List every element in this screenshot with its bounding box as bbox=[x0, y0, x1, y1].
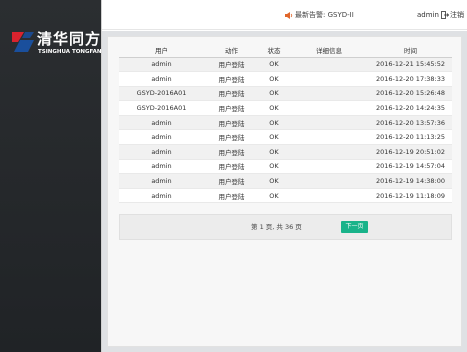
table-row[interactable]: GSYD-2016A01 用户登陆 OK 2016-12-20 15:26:48 bbox=[119, 86, 452, 102]
table-row[interactable]: admin 用户登陆 OK 2016-12-21 15:45:52 bbox=[119, 57, 452, 73]
cell-action: 用户登陆 bbox=[204, 100, 259, 116]
next-page-button[interactable]: 下一页 bbox=[341, 221, 368, 233]
table-row[interactable]: admin 用户登陆 OK 2016-12-19 20:51:02 bbox=[119, 144, 452, 160]
table-row[interactable]: admin 用户登陆 OK 2016-12-19 14:38:00 bbox=[119, 173, 452, 189]
cell-user: admin bbox=[119, 57, 204, 73]
cell-user: admin bbox=[119, 159, 204, 175]
page-info: 第 1 页, 共 36 页 bbox=[251, 223, 302, 231]
cell-action: 用户登陆 bbox=[204, 173, 259, 189]
cell-detail bbox=[289, 173, 369, 189]
column-header-user: 用户 bbox=[119, 44, 204, 58]
cell-status: OK bbox=[259, 159, 289, 175]
cell-time: 2016-12-20 17:38:33 bbox=[369, 71, 452, 87]
cell-detail bbox=[289, 86, 369, 102]
cell-time: 2016-12-20 13:57:36 bbox=[369, 115, 452, 131]
sidebar: 清华同方 TSINGHUA TONGFANG bbox=[0, 0, 106, 352]
speaker-icon bbox=[285, 11, 293, 19]
brand-name-cn: 清华同方 bbox=[37, 30, 102, 48]
cell-time: 2016-12-19 14:38:00 bbox=[369, 173, 452, 189]
top-header: 最新告警: GSYD-II admin 注销 bbox=[102, 0, 467, 30]
table-row[interactable]: admin 用户登陆 OK 2016-12-20 11:13:25 bbox=[119, 129, 452, 146]
cell-detail bbox=[289, 129, 369, 146]
logout-button[interactable]: 注销 bbox=[441, 10, 464, 20]
cell-user: admin bbox=[119, 71, 204, 87]
latest-alarm-notice[interactable]: 最新告警: GSYD-II bbox=[285, 10, 354, 20]
table-header-row: 用户 动作 状态 详细信息 时间 bbox=[119, 44, 452, 58]
tongfang-logo-icon bbox=[12, 32, 34, 52]
main-content: 用户 动作 状态 详细信息 时间 admin 用户登陆 OK 2016-12-2… bbox=[102, 31, 467, 352]
cell-detail bbox=[289, 115, 369, 131]
cell-detail bbox=[289, 188, 369, 204]
cell-detail bbox=[289, 57, 369, 73]
login-log-table: 用户 动作 状态 详细信息 时间 admin 用户登陆 OK 2016-12-2… bbox=[119, 44, 452, 204]
cell-status: OK bbox=[259, 57, 289, 73]
cell-action: 用户登陆 bbox=[204, 144, 259, 160]
cell-action: 用户登陆 bbox=[204, 71, 259, 87]
cell-user: admin bbox=[119, 188, 204, 204]
cell-detail bbox=[289, 100, 369, 116]
cell-action: 用户登陆 bbox=[204, 188, 259, 204]
log-panel: 用户 动作 状态 详细信息 时间 admin 用户登陆 OK 2016-12-2… bbox=[107, 36, 462, 347]
cell-time: 2016-12-19 14:57:04 bbox=[369, 159, 452, 175]
table-body: admin 用户登陆 OK 2016-12-21 15:45:52 admin … bbox=[119, 57, 452, 204]
latest-alarm-text: 最新告警: GSYD-II bbox=[295, 11, 354, 19]
cell-user: admin bbox=[119, 115, 204, 131]
column-header-status: 状态 bbox=[259, 44, 289, 58]
cell-time: 2016-12-19 20:51:02 bbox=[369, 144, 452, 160]
cell-time: 2016-12-20 14:24:35 bbox=[369, 100, 452, 116]
table-row[interactable]: admin 用户登陆 OK 2016-12-19 11:18:09 bbox=[119, 188, 452, 204]
cell-status: OK bbox=[259, 71, 289, 87]
cell-action: 用户登陆 bbox=[204, 57, 259, 73]
cell-status: OK bbox=[259, 188, 289, 204]
table-row[interactable]: GSYD-2016A01 用户登陆 OK 2016-12-20 14:24:35 bbox=[119, 100, 452, 116]
cell-status: OK bbox=[259, 115, 289, 131]
cell-status: OK bbox=[259, 100, 289, 116]
table-row[interactable]: admin 用户登陆 OK 2016-12-20 13:57:36 bbox=[119, 115, 452, 131]
table-row[interactable]: admin 用户登陆 OK 2016-12-19 14:57:04 bbox=[119, 159, 452, 175]
cell-action: 用户登陆 bbox=[204, 129, 259, 146]
cell-status: OK bbox=[259, 86, 289, 102]
cell-time: 2016-12-19 11:18:09 bbox=[369, 188, 452, 204]
cell-user: admin bbox=[119, 144, 204, 160]
cell-status: OK bbox=[259, 173, 289, 189]
column-header-detail: 详细信息 bbox=[289, 44, 369, 58]
column-header-time: 时间 bbox=[369, 44, 452, 58]
cell-user: GSYD-2016A01 bbox=[119, 100, 204, 116]
brand-logo[interactable]: 清华同方 TSINGHUA TONGFANG bbox=[10, 30, 106, 56]
cell-status: OK bbox=[259, 129, 289, 146]
cell-status: OK bbox=[259, 144, 289, 160]
cell-action: 用户登陆 bbox=[204, 86, 259, 102]
table-row[interactable]: admin 用户登陆 OK 2016-12-20 17:38:33 bbox=[119, 71, 452, 87]
cell-time: 2016-12-21 15:45:52 bbox=[369, 57, 452, 73]
cell-user: GSYD-2016A01 bbox=[119, 86, 204, 102]
cell-user: admin bbox=[119, 173, 204, 189]
cell-time: 2016-12-20 11:13:25 bbox=[369, 129, 452, 146]
pagination-bar: 第 1 页, 共 36 页 下一页 bbox=[119, 214, 452, 240]
cell-detail bbox=[289, 159, 369, 175]
cell-detail bbox=[289, 71, 369, 87]
brand-name-en: TSINGHUA TONGFANG bbox=[38, 49, 106, 55]
logout-icon bbox=[441, 11, 449, 19]
cell-user: admin bbox=[119, 129, 204, 146]
current-user: admin bbox=[417, 11, 439, 19]
cell-action: 用户登陆 bbox=[204, 115, 259, 131]
logout-label: 注销 bbox=[450, 11, 464, 19]
cell-action: 用户登陆 bbox=[204, 159, 259, 175]
cell-time: 2016-12-20 15:26:48 bbox=[369, 86, 452, 102]
column-header-action: 动作 bbox=[204, 44, 259, 58]
cell-detail bbox=[289, 144, 369, 160]
